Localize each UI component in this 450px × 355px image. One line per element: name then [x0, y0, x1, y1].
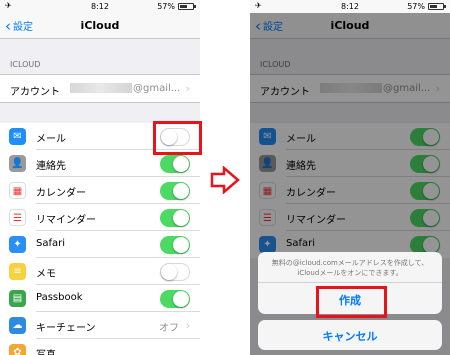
cancel-button-label: キャンセル — [322, 330, 378, 343]
calendar-icon: ▦ — [9, 182, 26, 199]
cancel-button[interactable]: キャンセル — [258, 320, 442, 350]
row-label: キーチェーン — [36, 323, 96, 334]
alert-message: 無料の@icloud.comメールアドレスを作成して、 iCloudメールをオン… — [264, 258, 436, 278]
alert-message-line-1: 無料の@icloud.comメールアドレスを作成して、 — [271, 259, 429, 267]
toggle-passbook[interactable] — [160, 290, 190, 308]
mail-toggle-highlight — [153, 121, 202, 155]
row-value: オフ — [159, 323, 179, 334]
keychain-icon: ☁ — [9, 317, 26, 334]
row-label: Passbook — [36, 292, 83, 303]
toggle-safari[interactable] — [160, 236, 190, 254]
list-item-calendar: ▦ カレンダー — [0, 177, 200, 204]
section-header-icloud: ICLOUD — [10, 60, 41, 69]
row-label: Safari — [36, 238, 66, 249]
account-value: @gmail... — [70, 83, 180, 94]
list-item-reminders: ☰ リマインダー — [0, 204, 200, 231]
row-label: 連絡先 — [36, 161, 66, 172]
account-email-suffix: @gmail... — [133, 83, 181, 94]
row-label: メモ — [36, 269, 56, 280]
navigation-bar: ‹ 設定 iCloud — [0, 13, 200, 39]
list-item-safari: ✦ Safari — [0, 231, 200, 258]
chevron-right-icon: › — [185, 82, 190, 95]
row-label: 写真 — [36, 346, 56, 355]
toggle-calendar[interactable] — [160, 182, 190, 200]
account-label: アカウント — [10, 87, 60, 98]
battery-icon — [428, 3, 446, 10]
battery-percent: 57% — [407, 2, 425, 11]
account-row[interactable]: アカウント @gmail... › — [0, 74, 200, 103]
notes-icon: ≡ — [9, 263, 26, 280]
row-label: メール — [36, 134, 66, 145]
reminders-icon: ☰ — [9, 209, 26, 226]
battery-percent: 57% — [157, 2, 175, 11]
status-bar: ✈ 8:12 57% — [250, 0, 450, 13]
battery-icon — [178, 3, 196, 10]
list-item-keychain[interactable]: ☁ キーチェーン オフ › — [0, 312, 200, 339]
screenshot-canvas: ✈ 8:12 57% ‹ 設定 iCloud ICLOUD アカウント @gma… — [0, 0, 450, 355]
arrow-right-icon — [210, 166, 240, 194]
photos-icon: ✿ — [9, 344, 26, 355]
mail-icon: ✉ — [9, 128, 26, 145]
status-bar: ✈ 8:12 57% — [0, 0, 200, 13]
row-label: リマインダー — [36, 215, 96, 226]
list-item-notes: ≡ メモ — [0, 258, 200, 285]
create-button-highlight — [316, 286, 387, 318]
toggle-notes[interactable] — [160, 263, 190, 281]
alert-message-line-2: iCloudメールをオンにできます。 — [297, 269, 403, 277]
passbook-icon: ▤ — [9, 290, 26, 307]
toggle-reminders[interactable] — [160, 209, 190, 227]
list-item-passbook: ▤ Passbook — [0, 285, 200, 312]
phone-screen-before: ✈ 8:12 57% ‹ 設定 iCloud ICLOUD アカウント @gma… — [0, 0, 200, 355]
list-item-photos: ✿ 写真 — [0, 339, 200, 355]
row-label: カレンダー — [36, 188, 86, 199]
chevron-right-icon: › — [185, 319, 190, 332]
contacts-icon: 👤 — [9, 155, 26, 172]
safari-icon: ✦ — [9, 236, 26, 253]
page-title: iCloud — [80, 19, 120, 32]
toggle-contacts[interactable] — [160, 155, 190, 173]
redacted-email-blur — [70, 83, 132, 93]
